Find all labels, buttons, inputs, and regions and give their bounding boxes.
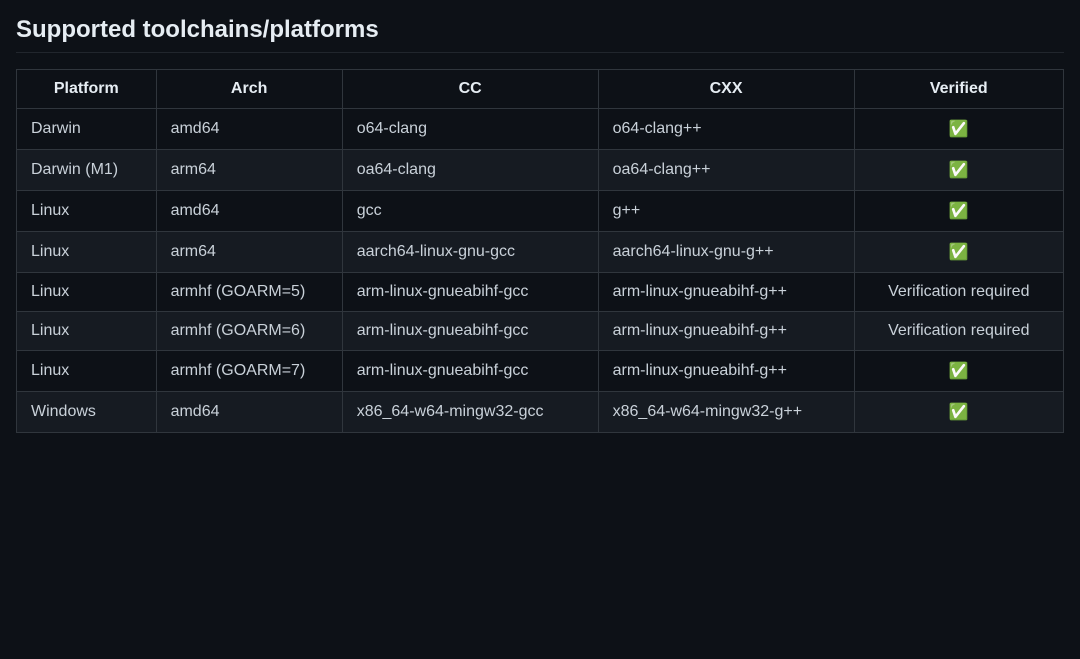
page-title: Supported toolchains/platforms — [16, 16, 1064, 53]
cell-cc: arm-linux-gnueabihf-gcc — [342, 273, 598, 312]
table-row: Linux armhf (GOARM=5) arm-linux-gnueabih… — [17, 273, 1064, 312]
cell-arch: arm64 — [156, 150, 342, 191]
cell-platform: Linux — [17, 273, 157, 312]
cell-cc: gcc — [342, 191, 598, 232]
cell-cc: o64-clang — [342, 109, 598, 150]
cell-verified: ✅ — [854, 109, 1063, 150]
cell-cxx: o64-clang++ — [598, 109, 854, 150]
cell-arch: armhf (GOARM=7) — [156, 351, 342, 392]
toolchain-table: Platform Arch CC CXX Verified Darwin amd… — [16, 69, 1064, 433]
table-row: Windows amd64 x86_64-w64-mingw32-gcc x86… — [17, 392, 1064, 433]
cell-cxx: aarch64-linux-gnu-g++ — [598, 232, 854, 273]
cell-cc: arm-linux-gnueabihf-gcc — [342, 312, 598, 351]
header-cc: CC — [342, 70, 598, 109]
cell-arch: amd64 — [156, 392, 342, 433]
cell-platform: Linux — [17, 191, 157, 232]
cell-verified: ✅ — [854, 191, 1063, 232]
cell-cc: arm-linux-gnueabihf-gcc — [342, 351, 598, 392]
cell-platform: Windows — [17, 392, 157, 433]
table-row: Darwin amd64 o64-clang o64-clang++ ✅ — [17, 109, 1064, 150]
cell-arch: arm64 — [156, 232, 342, 273]
cell-cxx: oa64-clang++ — [598, 150, 854, 191]
cell-verified: ✅ — [854, 150, 1063, 191]
cell-verified: Verification required — [854, 273, 1063, 312]
cell-platform: Darwin — [17, 109, 157, 150]
cell-cxx: arm-linux-gnueabihf-g++ — [598, 273, 854, 312]
cell-platform: Darwin (M1) — [17, 150, 157, 191]
table-row: Linux arm64 aarch64-linux-gnu-gcc aarch6… — [17, 232, 1064, 273]
table-row: Linux armhf (GOARM=7) arm-linux-gnueabih… — [17, 351, 1064, 392]
header-arch: Arch — [156, 70, 342, 109]
cell-arch: amd64 — [156, 109, 342, 150]
cell-cc: oa64-clang — [342, 150, 598, 191]
cell-cxx: arm-linux-gnueabihf-g++ — [598, 351, 854, 392]
cell-verified: ✅ — [854, 392, 1063, 433]
header-cxx: CXX — [598, 70, 854, 109]
cell-platform: Linux — [17, 232, 157, 273]
header-verified: Verified — [854, 70, 1063, 109]
cell-cc: x86_64-w64-mingw32-gcc — [342, 392, 598, 433]
table-header-row: Platform Arch CC CXX Verified — [17, 70, 1064, 109]
cell-arch: amd64 — [156, 191, 342, 232]
cell-cxx: arm-linux-gnueabihf-g++ — [598, 312, 854, 351]
cell-arch: armhf (GOARM=5) — [156, 273, 342, 312]
table-row: Linux armhf (GOARM=6) arm-linux-gnueabih… — [17, 312, 1064, 351]
cell-cxx: x86_64-w64-mingw32-g++ — [598, 392, 854, 433]
cell-cxx: g++ — [598, 191, 854, 232]
cell-platform: Linux — [17, 312, 157, 351]
header-platform: Platform — [17, 70, 157, 109]
cell-cc: aarch64-linux-gnu-gcc — [342, 232, 598, 273]
cell-verified: ✅ — [854, 232, 1063, 273]
cell-verified: Verification required — [854, 312, 1063, 351]
cell-verified: ✅ — [854, 351, 1063, 392]
table-row: Linux amd64 gcc g++ ✅ — [17, 191, 1064, 232]
cell-arch: armhf (GOARM=6) — [156, 312, 342, 351]
table-row: Darwin (M1) arm64 oa64-clang oa64-clang+… — [17, 150, 1064, 191]
cell-platform: Linux — [17, 351, 157, 392]
